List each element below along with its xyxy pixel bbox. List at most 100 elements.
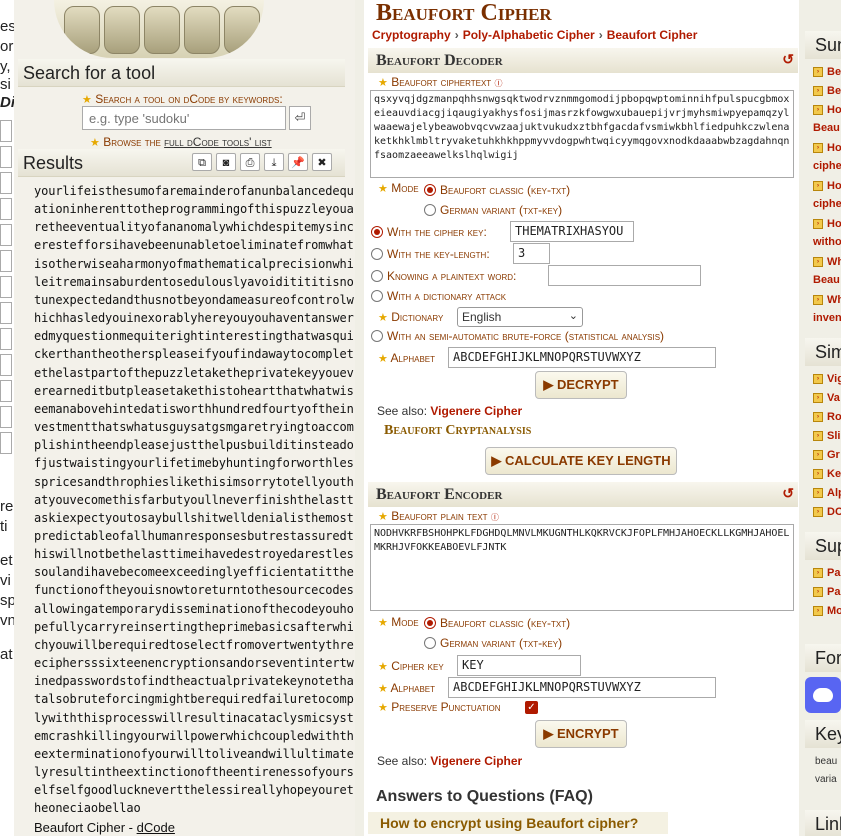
option-plaintext-label[interactable]: Knowing a plaintext word:: [387, 269, 516, 283]
summary-item-cont[interactable]: Beau: [813, 274, 840, 286]
close-icon[interactable]: ✖: [312, 153, 332, 171]
summary-item[interactable]: › Wh: [813, 256, 841, 268]
keyword-text: beau: [815, 756, 838, 767]
option-dictionary-label[interactable]: With a dictionary attack: [387, 289, 506, 303]
similar-item[interactable]: ›Alp: [813, 487, 841, 499]
strip-box: [0, 328, 12, 350]
similar-item[interactable]: › Ke: [813, 468, 841, 480]
strip-text: or: [0, 38, 14, 55]
copy-icon[interactable]: ⧉: [192, 153, 212, 171]
encrypt-button[interactable]: ▶ ENCRYPT: [535, 720, 627, 748]
vigenere-link[interactable]: Vigenere Cipher: [430, 404, 522, 418]
faq-item[interactable]: How to encrypt using Beaufort cipher?: [368, 812, 668, 834]
summary-item-cont[interactable]: witho: [813, 236, 841, 248]
dcode-link[interactable]: dCode: [137, 820, 175, 835]
preserve-punctuation-checkbox[interactable]: ✓: [525, 701, 538, 714]
encoder-mode-german-radio[interactable]: [424, 637, 436, 649]
encoder-alphabet-input[interactable]: ABCDEFGHIJKLMNOPQRSTUVWXYZ: [448, 677, 716, 698]
enter-icon: ⏎: [294, 110, 306, 125]
search-input[interactable]: [82, 106, 286, 130]
help-icon[interactable]: ⓘ: [491, 509, 499, 523]
decrypt-button[interactable]: ▶ DECRYPT: [535, 371, 627, 399]
option-plaintext-radio[interactable]: [371, 270, 383, 282]
arrow-icon: ›: [813, 219, 823, 230]
arrow-icon: ›: [813, 393, 823, 404]
encoder-key-input[interactable]: KEY: [457, 655, 581, 676]
summary-item-cont[interactable]: inven: [813, 312, 841, 324]
similar-item[interactable]: › DC: [813, 506, 841, 518]
strip-text: y,: [0, 58, 11, 75]
summary-item[interactable]: › Ho: [813, 180, 841, 192]
support-item[interactable]: › Mo: [813, 605, 841, 617]
option-key-radio[interactable]: [371, 226, 383, 238]
decoder-alphabet-label: ★ Alphabet: [378, 351, 436, 365]
strip-text: at: [0, 646, 13, 663]
key-length-input[interactable]: 3: [513, 243, 550, 264]
search-submit-button[interactable]: ⏎: [289, 106, 311, 130]
ciphertext-textarea[interactable]: qsxyvqjdgzmanpqhhsnwgsqktwodrvznmmgomodi…: [370, 90, 794, 178]
decoder-mode-german-label[interactable]: German variant (txt-key): [440, 203, 562, 217]
encoder-key-label: ★ Cipher key: [378, 659, 444, 673]
summary-item[interactable]: › Wh: [813, 294, 841, 306]
option-length-radio[interactable]: [371, 248, 383, 260]
strip-text: es: [0, 18, 14, 35]
screenshot-icon[interactable]: ◙: [216, 153, 236, 171]
keywords-heading: Key: [805, 720, 841, 748]
summary-item-cont[interactable]: Beau: [813, 122, 840, 134]
links-heading: Link: [805, 810, 841, 836]
summary-item[interactable]: › Be: [813, 85, 841, 97]
strip-box: [0, 250, 12, 272]
similar-item[interactable]: › Sli: [813, 430, 840, 442]
summary-item-cont[interactable]: ciphe: [813, 198, 841, 210]
encoder-alphabet-label: ★ Alphabet: [378, 681, 436, 695]
similar-item[interactable]: › Gr: [813, 449, 840, 461]
summary-item[interactable]: › Ho: [813, 142, 841, 154]
vigenere-link[interactable]: Vigenere Cipher: [430, 754, 522, 768]
similar-item[interactable]: › Va: [813, 392, 840, 404]
download-icon[interactable]: ⤓: [264, 153, 284, 171]
breadcrumb-cryptography[interactable]: Cryptography: [372, 28, 451, 42]
reset-icon[interactable]: ↺: [782, 482, 794, 507]
left-sidebar: Search for a tool ★ Search a tool on dCo…: [14, 0, 355, 836]
decoder-mode-classic-radio[interactable]: [424, 184, 436, 196]
decoder-alphabet-input[interactable]: ABCDEFGHIJKLMNOPQRSTUVWXYZ: [448, 347, 716, 368]
encoder-mode-classic-radio[interactable]: [424, 617, 436, 629]
support-item[interactable]: › Pa: [813, 586, 840, 598]
option-brute-label[interactable]: With an semi-automatic brute-force (stat…: [387, 329, 664, 343]
help-icon[interactable]: ⓘ: [495, 75, 503, 89]
encoder-mode-classic-label[interactable]: Beaufort classic (key-txt): [440, 616, 570, 630]
encoder-mode-german-label[interactable]: German variant (txt-key): [440, 636, 562, 650]
arrow-icon: ›: [813, 507, 823, 518]
breadcrumb-polyalphabetic[interactable]: Poly-Alphabetic Cipher: [463, 28, 595, 42]
strip-text: vn: [0, 612, 14, 629]
tools-list-link[interactable]: full dCode tools' list: [164, 135, 272, 149]
option-brute-radio[interactable]: [371, 330, 383, 342]
decoder-mode-classic-label[interactable]: Beaufort classic (key-txt): [440, 183, 570, 197]
strip-box: [0, 302, 12, 324]
dictionary-select[interactable]: English ⌄: [457, 307, 583, 327]
reset-icon[interactable]: ↺: [782, 48, 794, 73]
discord-icon[interactable]: [805, 677, 841, 713]
summary-item[interactable]: › Ho: [813, 104, 841, 116]
calculate-key-length-button[interactable]: ▶ CALCULATE KEY LENGTH: [485, 447, 677, 475]
breadcrumb-beaufort[interactable]: Beaufort Cipher: [607, 28, 698, 42]
decoder-mode-german-radio[interactable]: [424, 204, 436, 216]
summary-item[interactable]: › Ho: [813, 218, 841, 230]
pin-icon[interactable]: 📌: [288, 153, 308, 171]
similar-item[interactable]: › Vig: [813, 373, 841, 385]
ciphertext-label: ★ Beaufort ciphertext ⓘ: [378, 75, 503, 89]
plaintext-word-input[interactable]: [548, 265, 701, 286]
plaintext-textarea[interactable]: NODHVKRFBSHOHPKLFDGHDQLMNVLMKUGNTHLKQKRV…: [370, 524, 794, 611]
summary-item-cont[interactable]: ciphe: [813, 160, 841, 172]
support-item[interactable]: › Pa: [813, 567, 840, 579]
print-icon[interactable]: ⎙: [240, 153, 260, 171]
option-length-label[interactable]: With the key-length:: [387, 247, 490, 261]
similar-item[interactable]: › Ro: [813, 411, 841, 423]
decoder-key-input[interactable]: THEMATRIXHASYOU: [510, 221, 634, 242]
plaintext-label: ★ Beaufort plain text ⓘ: [378, 509, 499, 523]
option-dictionary-radio[interactable]: [371, 290, 383, 302]
summary-item[interactable]: › Be: [813, 66, 841, 78]
strip-box: [0, 406, 12, 428]
option-key-label[interactable]: With the cipher key:: [387, 225, 487, 239]
encoder-see-also: See also: Vigenere Cipher: [377, 754, 523, 768]
